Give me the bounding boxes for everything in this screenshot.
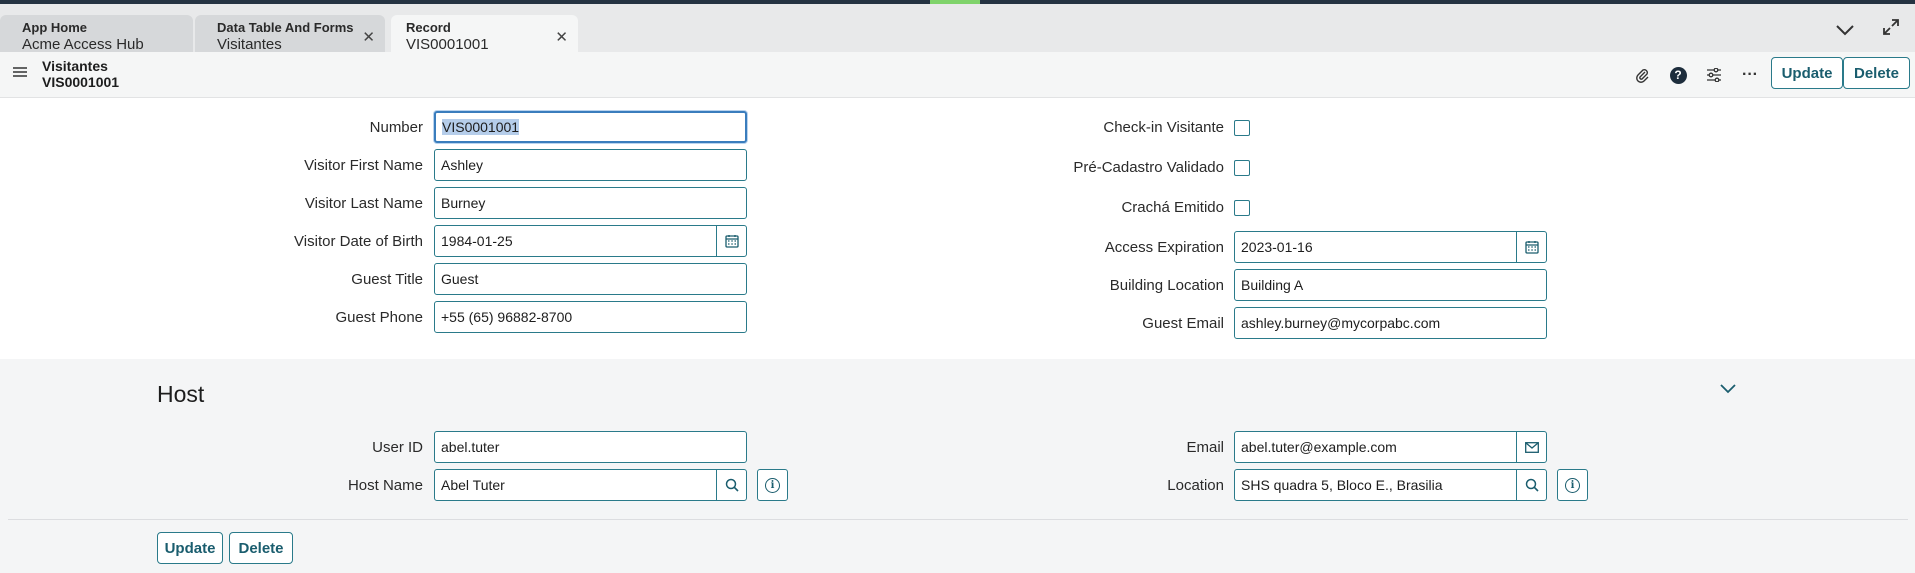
record-header: Visitantes VIS0001001 ? ··· Update Delet… bbox=[0, 52, 1915, 98]
number-label: Number bbox=[369, 119, 423, 136]
first-name-field[interactable]: Ashley bbox=[434, 149, 747, 181]
delete-button[interactable]: Delete bbox=[1843, 57, 1910, 89]
chevron-down-icon[interactable] bbox=[1836, 20, 1854, 41]
section-title: Host bbox=[157, 381, 205, 407]
host-section: Host User ID abel.tuter Host Name Abel T… bbox=[0, 359, 1915, 573]
tab-app-home[interactable]: App Home Acme Access Hub bbox=[0, 15, 193, 55]
precadastro-label: Pré-Cadastro Validado bbox=[1073, 159, 1224, 176]
close-icon[interactable]: ✕ bbox=[362, 28, 375, 46]
last-name-label: Visitor Last Name bbox=[304, 195, 423, 212]
building-location-label: Building Location bbox=[1109, 277, 1224, 294]
search-icon[interactable] bbox=[1516, 469, 1547, 501]
dob-label: Visitor Date of Birth bbox=[294, 233, 423, 250]
expand-icon[interactable] bbox=[1882, 18, 1900, 41]
checkin-checkbox[interactable] bbox=[1234, 120, 1250, 136]
tab-strip: App Home Acme Access Hub Data Table And … bbox=[0, 4, 1915, 55]
precadastro-checkbox[interactable] bbox=[1234, 160, 1250, 176]
page-title: Visitantes VIS0001001 bbox=[42, 58, 119, 90]
record-number: VIS0001001 bbox=[42, 74, 120, 90]
host-name-label: Host Name bbox=[347, 477, 423, 494]
user-id-label: User ID bbox=[372, 439, 423, 456]
mail-icon[interactable] bbox=[1516, 431, 1547, 463]
tab-record[interactable]: Record VIS0001001 ✕ bbox=[391, 15, 578, 55]
update-button[interactable]: Update bbox=[1771, 57, 1843, 89]
guest-email-field[interactable]: ashley.burney@mycorpabc.com bbox=[1234, 307, 1547, 339]
tab-title: Record bbox=[406, 20, 451, 35]
number-field[interactable]: VIS0001001 bbox=[434, 111, 747, 143]
access-expiration-label: Access Expiration bbox=[1104, 239, 1224, 256]
guest-phone-label: Guest Phone bbox=[335, 309, 423, 326]
calendar-icon[interactable] bbox=[716, 225, 747, 257]
search-icon[interactable] bbox=[716, 469, 747, 501]
building-location-field[interactable]: Building A bbox=[1234, 269, 1547, 301]
footer-delete-button[interactable]: Delete bbox=[229, 532, 293, 564]
table-name: Visitantes bbox=[42, 58, 108, 74]
close-icon[interactable]: ✕ bbox=[555, 28, 568, 46]
paperclip-icon[interactable] bbox=[1630, 63, 1654, 87]
menu-icon[interactable] bbox=[13, 65, 27, 83]
cracha-checkbox[interactable] bbox=[1234, 200, 1250, 216]
access-expiration-field[interactable]: 2023-01-16 bbox=[1234, 231, 1517, 263]
cracha-label: Crachá Emitido bbox=[1121, 199, 1224, 216]
footer-update-button[interactable]: Update bbox=[157, 532, 223, 564]
email-label: Email bbox=[1186, 439, 1224, 456]
guest-email-label: Guest Email bbox=[1142, 315, 1224, 332]
settings-sliders-icon[interactable] bbox=[1702, 63, 1726, 87]
tab-data-table-and-forms[interactable]: Data Table And Forms Visitantes ✕ bbox=[195, 15, 385, 55]
location-label: Location bbox=[1167, 477, 1224, 494]
help-icon[interactable]: ? bbox=[1666, 63, 1690, 87]
last-name-field[interactable]: Burney bbox=[434, 187, 747, 219]
guest-title-label: Guest Title bbox=[351, 271, 423, 288]
dob-field[interactable]: 1984-01-25 bbox=[434, 225, 717, 257]
first-name-label: Visitor First Name bbox=[304, 157, 423, 174]
info-icon[interactable]: i bbox=[757, 469, 788, 501]
checkin-label: Check-in Visitante bbox=[1103, 119, 1224, 136]
divider bbox=[8, 519, 1908, 520]
host-name-field[interactable]: Abel Tuter bbox=[434, 469, 717, 501]
more-icon[interactable]: ··· bbox=[1738, 63, 1762, 87]
email-field[interactable]: abel.tuter@example.com bbox=[1234, 431, 1517, 463]
location-field[interactable]: SHS quadra 5, Bloco E., Brasilia bbox=[1234, 469, 1517, 501]
user-id-field[interactable]: abel.tuter bbox=[434, 431, 747, 463]
guest-phone-field[interactable]: +55 (65) 96882-8700 bbox=[434, 301, 747, 333]
number-value: VIS0001001 bbox=[442, 119, 520, 135]
info-icon[interactable]: i bbox=[1557, 469, 1588, 501]
calendar-icon[interactable] bbox=[1516, 231, 1547, 263]
guest-title-field[interactable]: Guest bbox=[434, 263, 747, 295]
tab-title: App Home bbox=[22, 20, 87, 35]
chevron-down-icon[interactable] bbox=[1720, 381, 1736, 399]
tab-title: Data Table And Forms bbox=[217, 20, 354, 35]
